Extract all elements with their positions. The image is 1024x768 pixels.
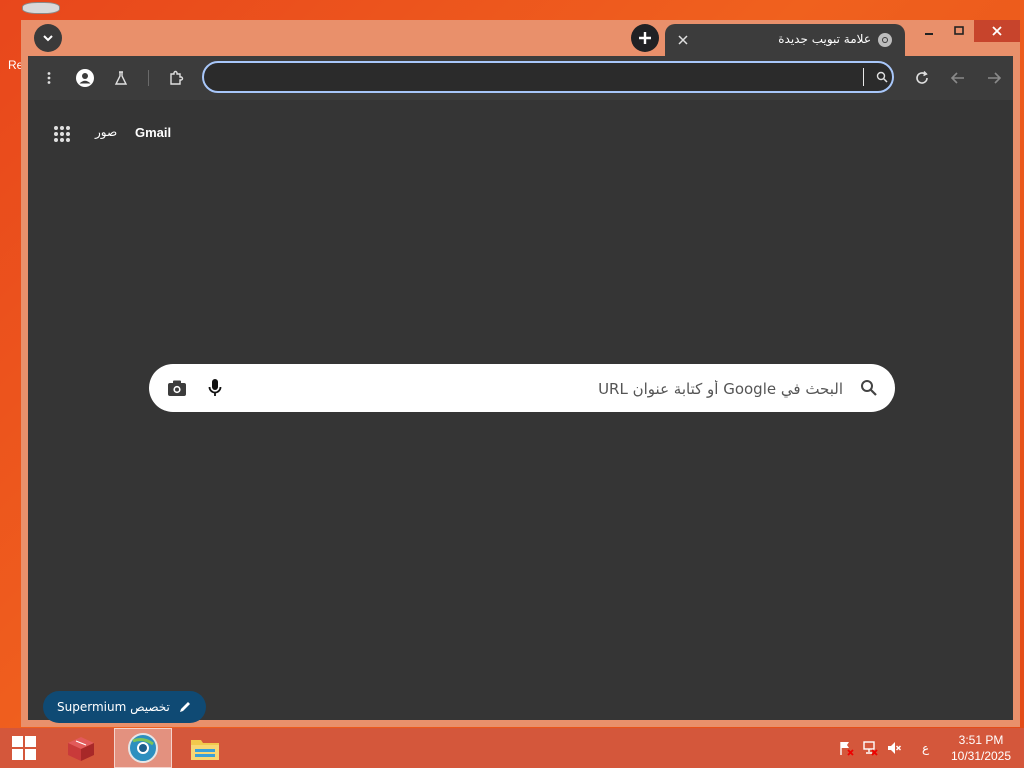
omnibox-search-icon bbox=[874, 69, 890, 85]
close-icon bbox=[678, 35, 688, 45]
reload-icon bbox=[916, 71, 928, 84]
google-apps-button[interactable] bbox=[48, 120, 76, 148]
tray-language-indicator[interactable]: ع bbox=[922, 741, 929, 755]
camera-search-button[interactable] bbox=[165, 376, 189, 400]
desktop-icon-recycle-bin[interactable] bbox=[20, 2, 60, 20]
start-button[interactable] bbox=[0, 728, 48, 768]
new-tab-page: صور Gmail تخصيص Supermium bbox=[28, 100, 1013, 723]
tab-new-tab[interactable]: علامة تبويب جديدة bbox=[665, 24, 905, 56]
search-input[interactable] bbox=[239, 376, 845, 402]
text-caret bbox=[863, 68, 864, 86]
address-bar[interactable] bbox=[202, 61, 894, 93]
camera-icon bbox=[168, 380, 186, 396]
minimize-icon bbox=[925, 33, 933, 35]
flask-icon bbox=[114, 71, 128, 85]
extensions-button[interactable] bbox=[162, 64, 190, 92]
search-box-icon bbox=[859, 378, 879, 398]
windows-logo-icon bbox=[12, 736, 36, 760]
title-bar: علامة تبويب جديدة bbox=[21, 20, 1020, 56]
tab-close-button[interactable] bbox=[675, 32, 691, 48]
microphone-icon bbox=[208, 379, 222, 396]
avatar-icon bbox=[76, 69, 94, 87]
address-input[interactable] bbox=[220, 66, 844, 90]
maximize-icon bbox=[954, 26, 964, 35]
labs-button[interactable] bbox=[107, 64, 135, 92]
browser-globe-icon bbox=[128, 733, 158, 763]
taskbar-clock[interactable]: 3:51 PM 10/31/2025 bbox=[945, 732, 1017, 764]
forward-button[interactable] bbox=[980, 64, 1008, 92]
clock-time: 3:51 PM bbox=[958, 733, 1004, 747]
customize-button[interactable]: تخصيص Supermium bbox=[43, 691, 206, 723]
tray-network[interactable] bbox=[862, 740, 878, 756]
google-search-box[interactable] bbox=[149, 364, 895, 412]
folder-icon bbox=[191, 740, 219, 760]
images-link[interactable]: صور bbox=[95, 125, 117, 139]
search-icon bbox=[876, 71, 888, 83]
browser-window: علامة تبويب جديدة صور Gmail البحث في Goo… bbox=[21, 20, 1020, 727]
plus-icon bbox=[639, 32, 651, 44]
flag-error-icon bbox=[840, 742, 854, 756]
browser-toolbar bbox=[28, 56, 1013, 100]
puzzle-icon bbox=[170, 70, 184, 85]
voice-search-button[interactable] bbox=[203, 376, 227, 400]
back-button[interactable] bbox=[944, 64, 972, 92]
menu-button[interactable] bbox=[35, 64, 63, 92]
pencil-icon bbox=[179, 702, 190, 712]
reload-button[interactable] bbox=[908, 64, 936, 92]
taskbar-app-browser[interactable] bbox=[114, 728, 172, 768]
profile-button[interactable] bbox=[71, 64, 99, 92]
tray-volume[interactable] bbox=[886, 740, 902, 756]
arrow-left-icon bbox=[950, 72, 964, 84]
more-vert-icon bbox=[47, 72, 51, 84]
minimize-button[interactable] bbox=[914, 20, 944, 42]
volume-muted-icon bbox=[888, 742, 902, 754]
tab-search-button[interactable] bbox=[34, 24, 62, 52]
tab-title: علامة تبويب جديدة bbox=[778, 32, 871, 46]
taskbar-app-store[interactable] bbox=[52, 728, 110, 768]
taskbar: ع 3:51 PM 10/31/2025 bbox=[0, 728, 1024, 768]
new-tab-button[interactable] bbox=[631, 24, 659, 52]
gmail-link[interactable]: Gmail bbox=[135, 125, 171, 140]
apps-grid-icon bbox=[54, 126, 70, 142]
chevron-down-icon bbox=[43, 35, 53, 42]
maximize-button[interactable] bbox=[944, 20, 974, 42]
clock-date: 10/31/2025 bbox=[950, 749, 1012, 763]
tray-action-center[interactable] bbox=[838, 740, 854, 756]
store-box-icon bbox=[68, 737, 94, 761]
window-controls bbox=[914, 20, 1020, 44]
toolbar-divider bbox=[148, 70, 149, 86]
taskbar-app-file-explorer[interactable] bbox=[176, 728, 234, 768]
close-window-button[interactable] bbox=[974, 20, 1020, 42]
network-error-icon bbox=[863, 741, 878, 756]
arrow-right-icon bbox=[988, 72, 1002, 84]
close-icon bbox=[992, 26, 1002, 36]
chrome-icon bbox=[878, 33, 892, 47]
customize-label: تخصيص Supermium bbox=[57, 700, 170, 714]
search-icon bbox=[861, 380, 877, 396]
